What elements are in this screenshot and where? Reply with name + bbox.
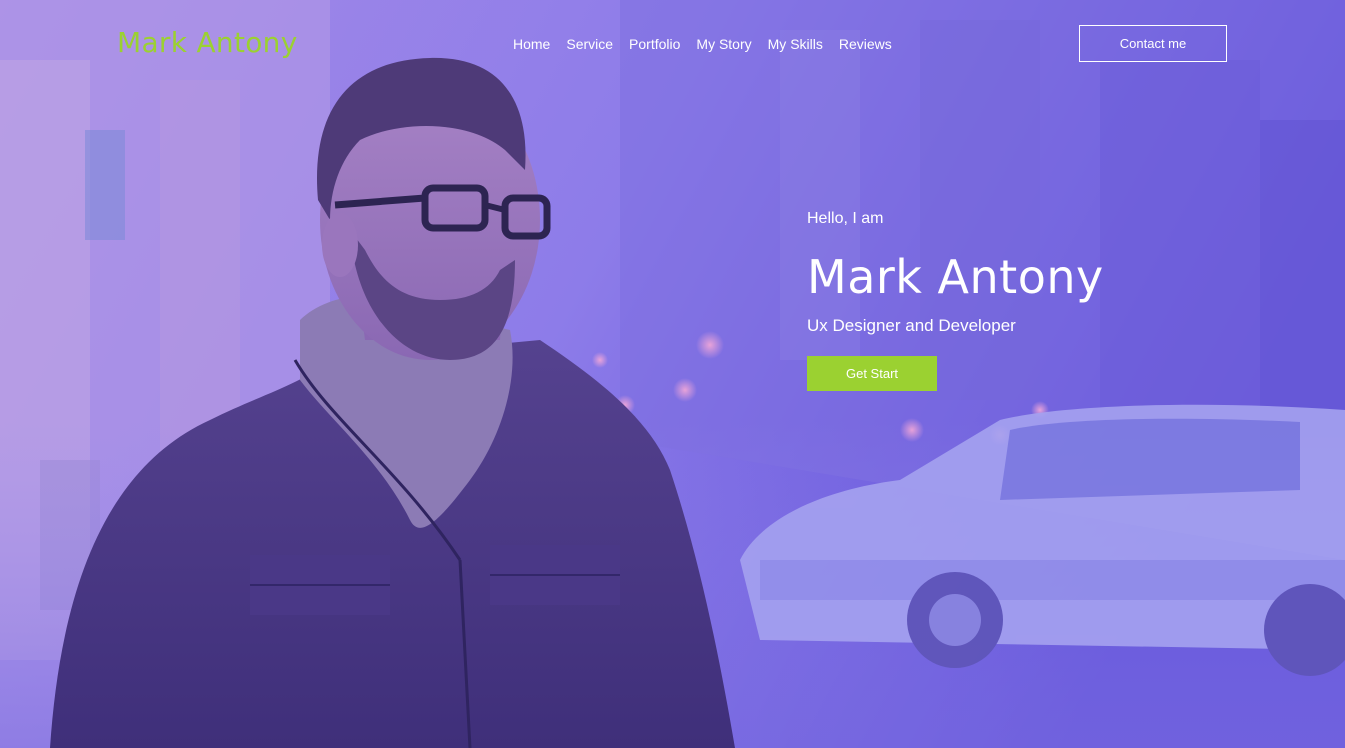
site-header: Mark Antony Home Service Portfolio My St… bbox=[0, 0, 1345, 90]
main-nav: Home Service Portfolio My Story My Skill… bbox=[513, 35, 892, 53]
hero-intro: Hello, I am Mark Antony Ux Designer and … bbox=[807, 209, 1104, 391]
site-logo[interactable]: Mark Antony bbox=[117, 26, 298, 59]
hero-role: Ux Designer and Developer bbox=[807, 316, 1016, 335]
contact-me-button[interactable]: Contact me bbox=[1079, 25, 1227, 62]
hero-greeting: Hello, I am bbox=[807, 210, 884, 227]
nav-item-portfolio[interactable]: Portfolio bbox=[629, 35, 680, 53]
nav-item-reviews[interactable]: Reviews bbox=[839, 35, 892, 53]
nav-item-home[interactable]: Home bbox=[513, 35, 550, 53]
nav-item-my-skills[interactable]: My Skills bbox=[768, 35, 823, 53]
get-start-button[interactable]: Get Start bbox=[807, 356, 937, 391]
hero-background-photo bbox=[0, 0, 1345, 748]
hero-section: Mark Antony Home Service Portfolio My St… bbox=[0, 0, 1345, 748]
nav-item-service[interactable]: Service bbox=[566, 35, 613, 53]
nav-item-my-story[interactable]: My Story bbox=[696, 35, 751, 53]
hero-name: Mark Antony bbox=[807, 250, 1104, 304]
